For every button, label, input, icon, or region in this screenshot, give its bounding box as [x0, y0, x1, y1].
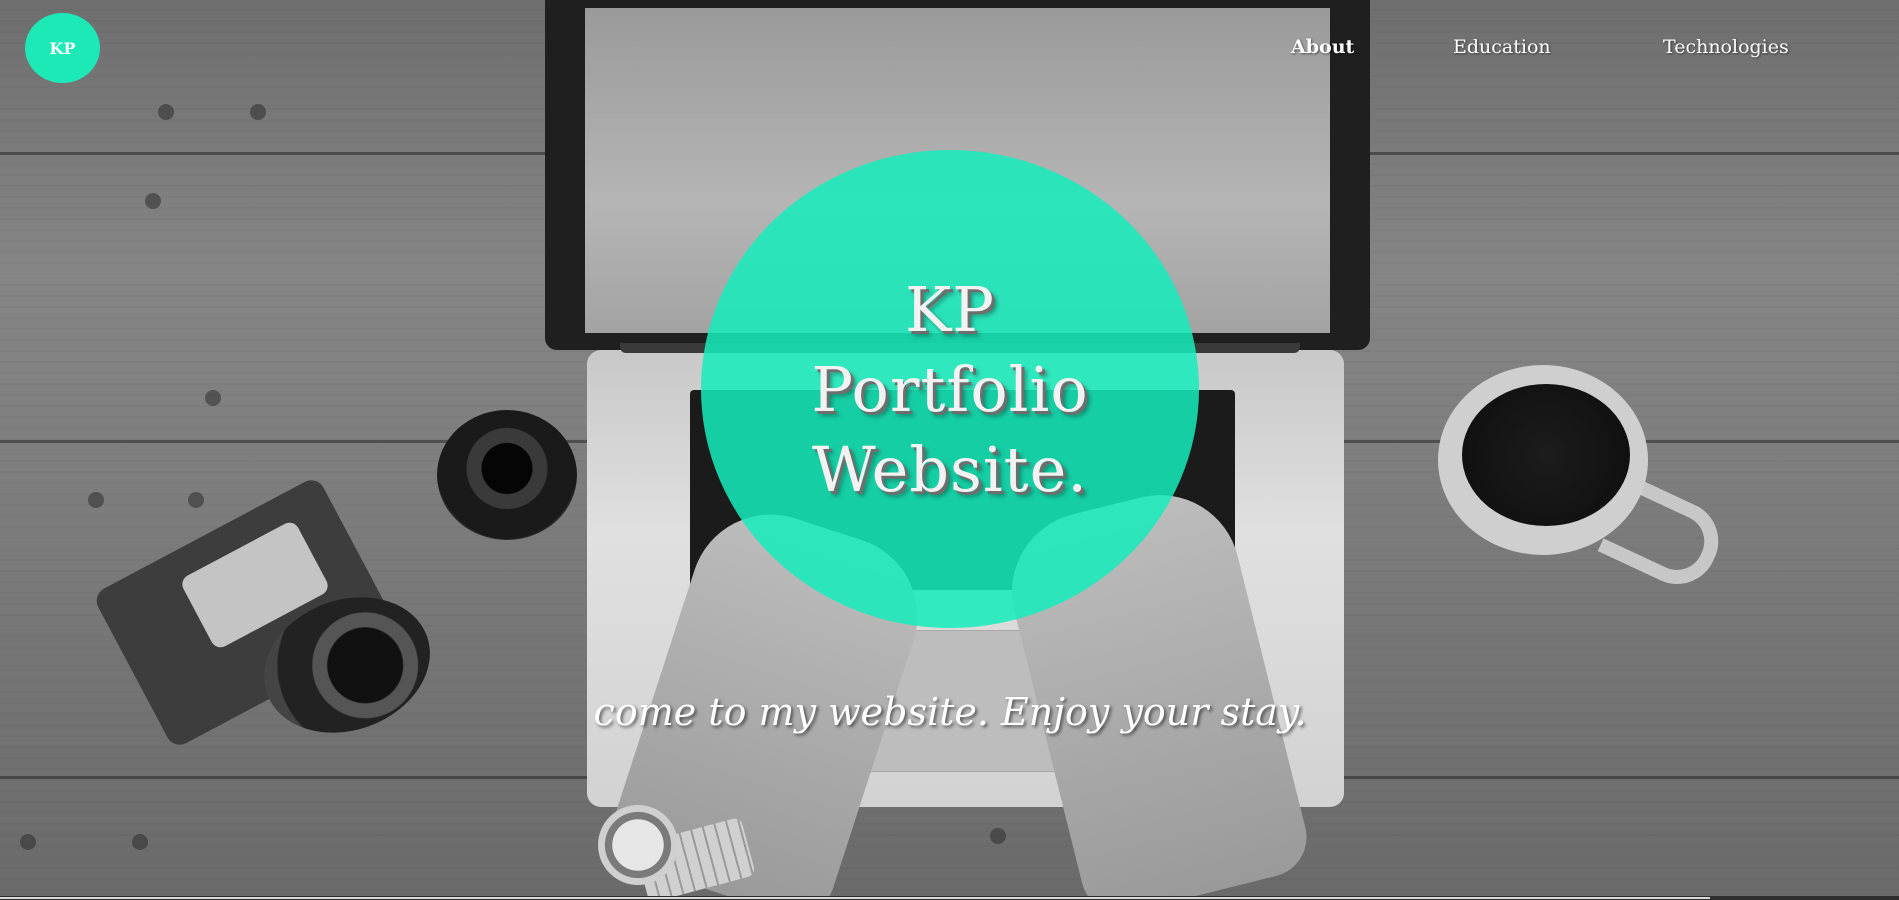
wood-knot [250, 104, 266, 120]
coffee [1462, 384, 1630, 526]
bottom-scroll-strip [0, 897, 1710, 899]
hero-title: KP Portfolio Website. [701, 270, 1199, 510]
hero-title-line: KP [904, 273, 996, 346]
wood-knot [205, 390, 221, 406]
main-nav: About Education Technologies [0, 36, 1899, 62]
hero-tagline: come to my website. Enjoy your stay. [593, 690, 1307, 734]
hero-title-line: Website. [811, 433, 1088, 506]
hero-title-line: Portfolio [811, 353, 1089, 426]
wood-knot [188, 492, 204, 508]
wristwatch [598, 805, 678, 885]
wood-knot [20, 834, 36, 850]
nav-link-education[interactable]: Education [1453, 36, 1551, 58]
wood-knot [145, 193, 161, 209]
nav-link-about[interactable]: About [1291, 36, 1354, 58]
wood-knot [158, 104, 174, 120]
wood-knot [88, 492, 104, 508]
nav-link-technologies[interactable]: Technologies [1663, 36, 1789, 58]
wood-knot [990, 828, 1006, 844]
wood-knot [132, 834, 148, 850]
standalone-lens [437, 410, 577, 540]
